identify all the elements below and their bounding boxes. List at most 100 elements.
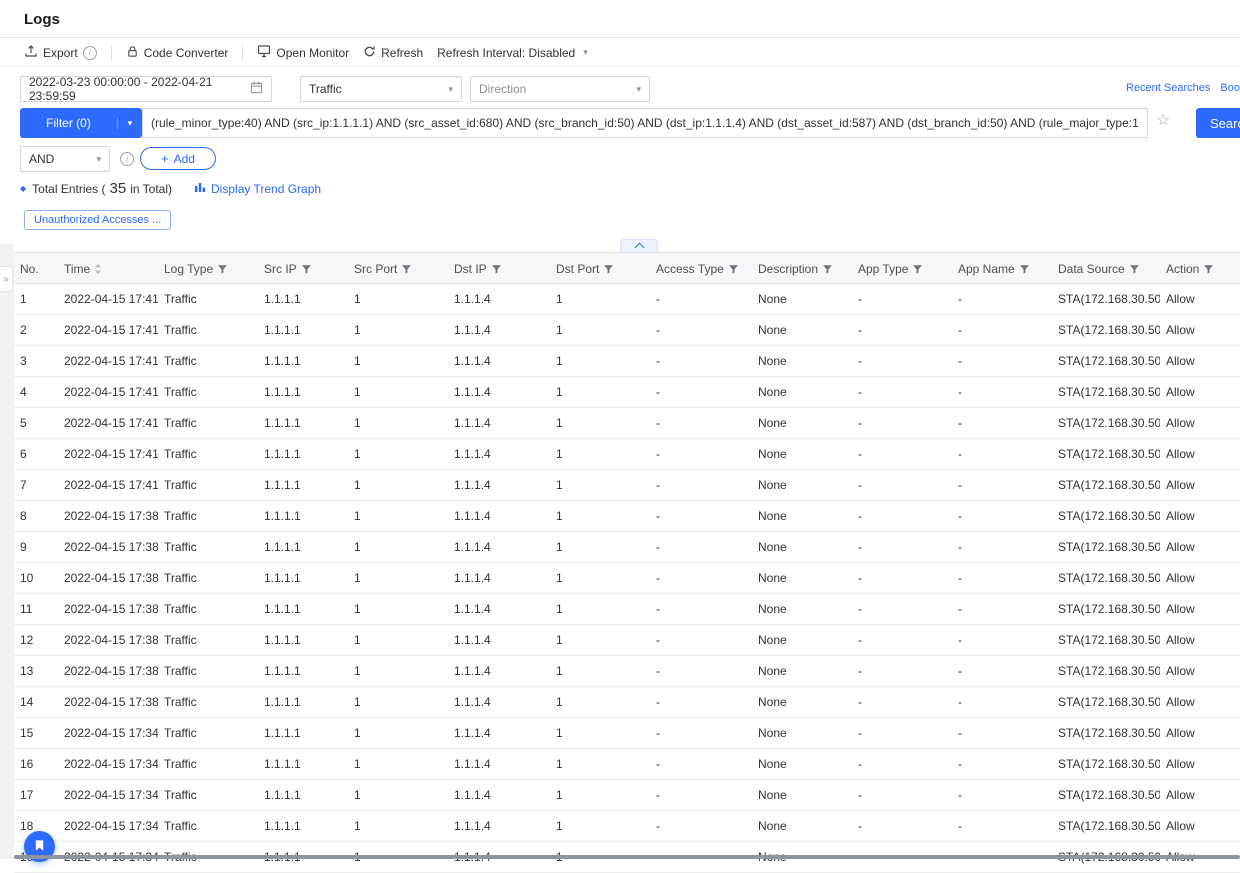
table-cell: - — [852, 656, 952, 687]
filter-icon[interactable] — [822, 261, 833, 275]
table-cell: 2022-04-15 17:34:43 — [58, 811, 158, 842]
table-cell: 1.1.1.4 — [448, 284, 550, 315]
table-cell: 1.1.1.4 — [448, 687, 550, 718]
table-row[interactable]: 92022-04-15 17:38:03Traffic1.1.1.111.1.1… — [14, 532, 1240, 563]
table-row[interactable]: 102022-04-15 17:38:03Traffic1.1.1.111.1.… — [14, 563, 1240, 594]
table-cell: 2022-04-15 17:38:03 — [58, 656, 158, 687]
table-cell: STA(172.168.30.50) — [1052, 439, 1160, 470]
column-header-access-type[interactable]: Access Type — [650, 253, 752, 284]
chevron-down-icon[interactable]: ▾ — [117, 118, 142, 129]
column-header-app-type[interactable]: App Type — [852, 253, 952, 284]
table-cell: 2022-04-15 17:38:03 — [58, 594, 158, 625]
date-range-input[interactable]: 2022-03-23 00:00:00 - 2022-04-21 23:59:5… — [20, 76, 272, 102]
column-header-action[interactable]: Action — [1160, 253, 1240, 284]
table-row[interactable]: 12022-04-15 17:41:53Traffic1.1.1.111.1.1… — [14, 284, 1240, 315]
filter-icon[interactable] — [1203, 261, 1214, 275]
filter-icon[interactable] — [491, 261, 502, 275]
table-row[interactable]: 142022-04-15 17:38:03Traffic1.1.1.111.1.… — [14, 687, 1240, 718]
code-converter-button[interactable]: Code Converter — [126, 45, 229, 61]
add-condition-button[interactable]: + Add — [140, 147, 216, 170]
table-row[interactable]: 72022-04-15 17:41:53Traffic1.1.1.111.1.1… — [14, 470, 1240, 501]
table-cell: None — [752, 408, 852, 439]
table-cell: - — [852, 563, 952, 594]
table-row[interactable]: 42022-04-15 17:41:53Traffic1.1.1.111.1.1… — [14, 377, 1240, 408]
export-button[interactable]: Export i — [24, 44, 97, 61]
export-info-icon[interactable]: i — [83, 46, 97, 60]
table-cell: 4 — [14, 377, 58, 408]
table-cell: 1.1.1.1 — [258, 718, 348, 749]
table-cell: - — [650, 811, 752, 842]
table-cell: Allow — [1160, 656, 1240, 687]
table-row[interactable]: 32022-04-15 17:41:53Traffic1.1.1.111.1.1… — [14, 346, 1240, 377]
table-row[interactable]: 132022-04-15 17:38:03Traffic1.1.1.111.1.… — [14, 656, 1240, 687]
filter-icon[interactable] — [1129, 261, 1140, 275]
table-cell: 2022-04-15 17:38:03 — [58, 563, 158, 594]
filter-chip[interactable]: Unauthorized Accesses ... — [24, 210, 171, 230]
column-header-app-name[interactable]: App Name — [952, 253, 1052, 284]
filter-icon[interactable] — [301, 261, 312, 275]
table-cell: Traffic — [158, 625, 258, 656]
column-header-no[interactable]: No. — [14, 253, 58, 284]
table-cell: STA(172.168.30.50) — [1052, 811, 1160, 842]
refresh-button[interactable]: Refresh — [363, 45, 423, 61]
open-monitor-button[interactable]: Open Monitor — [257, 44, 349, 61]
expand-panel-toggle[interactable]: » — [0, 266, 13, 292]
table-row[interactable]: 82022-04-15 17:38:03Traffic1.1.1.111.1.1… — [14, 501, 1240, 532]
sort-icon[interactable] — [94, 261, 102, 275]
bookmarks-link[interactable]: Bookmarks — [1220, 82, 1240, 94]
table-row[interactable]: 122022-04-15 17:38:03Traffic1.1.1.111.1.… — [14, 625, 1240, 656]
collapse-filters-tab[interactable] — [620, 239, 658, 253]
export-icon — [24, 44, 38, 61]
star-icon[interactable]: ☆ — [1156, 113, 1170, 129]
table-cell: Traffic — [158, 346, 258, 377]
table-cell: 16 — [14, 749, 58, 780]
table-row[interactable]: 182022-04-15 17:34:43Traffic1.1.1.111.1.… — [14, 811, 1240, 842]
operator-info-icon[interactable]: i — [120, 152, 134, 166]
column-header-data-source[interactable]: Data Source — [1052, 253, 1160, 284]
filter-icon[interactable] — [1019, 261, 1030, 275]
table-cell: 1.1.1.1 — [258, 408, 348, 439]
column-header-dst-ip[interactable]: Dst IP — [448, 253, 550, 284]
table-row[interactable]: 162022-04-15 17:34:43Traffic1.1.1.111.1.… — [14, 749, 1240, 780]
filter-button[interactable]: Filter (0) ▾ — [20, 108, 142, 138]
log-type-value: Traffic — [309, 82, 342, 96]
recent-searches-link[interactable]: Recent Searches — [1126, 82, 1210, 94]
table-row[interactable]: 22022-04-15 17:41:53Traffic1.1.1.111.1.1… — [14, 315, 1240, 346]
column-header-log-type[interactable]: Log Type — [158, 253, 258, 284]
filter-icon[interactable] — [912, 261, 923, 275]
table-cell: None — [752, 780, 852, 811]
table-row[interactable]: 172022-04-15 17:34:43Traffic1.1.1.111.1.… — [14, 780, 1240, 811]
query-input[interactable] — [142, 108, 1148, 138]
direction-select[interactable]: Direction ▾ — [470, 76, 650, 102]
table-cell: 1 — [348, 687, 448, 718]
filter-icon[interactable] — [603, 261, 614, 275]
table-row[interactable]: 62022-04-15 17:41:53Traffic1.1.1.111.1.1… — [14, 439, 1240, 470]
display-trend-graph-link[interactable]: Display Trend Graph — [194, 181, 321, 196]
column-header-label: Access Type — [656, 261, 724, 275]
table-row[interactable]: 52022-04-15 17:41:53Traffic1.1.1.111.1.1… — [14, 408, 1240, 439]
column-header-src-port[interactable]: Src Port — [348, 253, 448, 284]
table-cell: 9 — [14, 532, 58, 563]
column-header-dst-port[interactable]: Dst Port — [550, 253, 650, 284]
filter-icon[interactable] — [217, 261, 228, 275]
operator-select[interactable]: AND ▾ — [20, 146, 110, 172]
table-cell: - — [650, 315, 752, 346]
column-header-description[interactable]: Description — [752, 253, 852, 284]
table-row[interactable]: 112022-04-15 17:38:03Traffic1.1.1.111.1.… — [14, 594, 1240, 625]
table-cell: - — [952, 780, 1052, 811]
table-cell: 1 — [550, 470, 650, 501]
column-header-src-ip[interactable]: Src IP — [258, 253, 348, 284]
search-button[interactable]: Search — [1196, 108, 1240, 138]
log-type-select[interactable]: Traffic ▾ — [300, 76, 462, 102]
table-cell: 1.1.1.4 — [448, 811, 550, 842]
column-header-time[interactable]: Time — [58, 253, 158, 284]
refresh-interval-dropdown[interactable]: Refresh Interval: Disabled ▾ — [437, 46, 588, 60]
table-row[interactable]: 152022-04-15 17:34:43Traffic1.1.1.111.1.… — [14, 718, 1240, 749]
horizontal-scrollbar[interactable] — [14, 855, 1240, 859]
filter-icon[interactable] — [401, 261, 412, 275]
table-cell: 1.1.1.4 — [448, 532, 550, 563]
filter-icon[interactable] — [728, 261, 739, 275]
table-cell: 1 — [550, 625, 650, 656]
table-cell: - — [952, 718, 1052, 749]
table-cell: 1 — [348, 811, 448, 842]
